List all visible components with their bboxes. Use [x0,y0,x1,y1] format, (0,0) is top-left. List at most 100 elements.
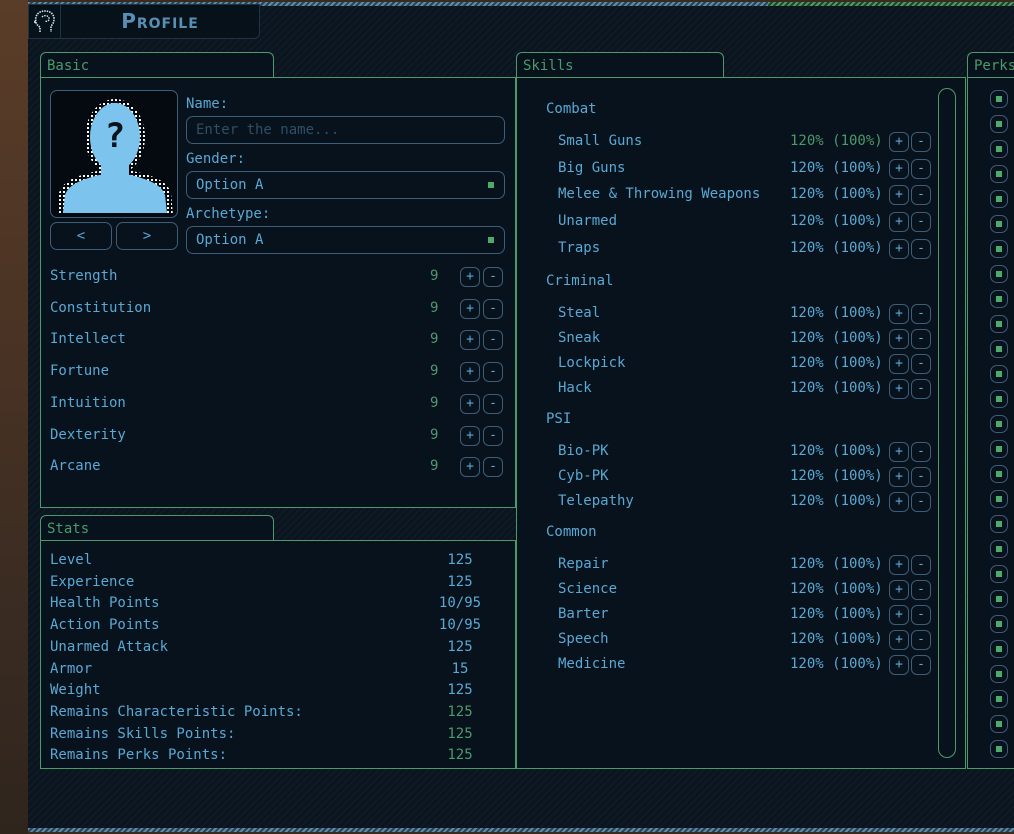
decrease-button[interactable]: - [911,353,931,374]
perk-checkbox[interactable] [990,290,1008,308]
increase-button[interactable]: + [460,298,480,319]
decrease-button[interactable]: - [911,328,931,349]
stat-row: Unarmed Attack 125 [50,639,490,659]
gender-label: Gender: [186,151,246,167]
skill-value: 120% (100%) [790,630,883,647]
perk-checkbox[interactable] [990,440,1008,458]
perk-checkbox[interactable] [990,265,1008,283]
perk-checkbox[interactable] [990,215,1008,233]
skill-value: 120% (100%) [790,239,883,256]
increase-button[interactable]: + [889,554,909,575]
skill-value: 120% (100%) [790,655,883,672]
decrease-button[interactable]: - [483,457,503,478]
decrease-button[interactable]: - [911,212,931,233]
perk-checkbox[interactable] [990,340,1008,358]
archetype-select[interactable]: Option A [186,226,505,254]
perk-checkbox[interactable] [990,640,1008,658]
perk-checkbox[interactable] [990,690,1008,708]
increase-button[interactable]: + [889,654,909,675]
decrease-button[interactable]: - [911,378,931,399]
prev-avatar-button[interactable]: < [50,222,112,250]
perk-checkbox[interactable] [990,365,1008,383]
decrease-button[interactable]: - [483,425,503,446]
increase-button[interactable]: + [889,466,909,487]
stat-value: 125 [447,638,473,655]
increase-button[interactable]: + [460,393,480,414]
perk-checkbox[interactable] [990,540,1008,558]
skill-category-header: Criminal [546,272,614,289]
skills-scrollbar[interactable] [938,88,956,758]
increase-button[interactable]: + [889,328,909,349]
archetype-label: Archetype: [186,206,271,222]
decrease-button[interactable]: - [911,238,931,259]
increase-button[interactable]: + [889,132,909,152]
increase-button[interactable]: + [889,353,909,374]
perk-checkbox[interactable] [990,590,1008,608]
increase-button[interactable]: + [889,158,909,179]
decrease-button[interactable]: - [483,298,503,319]
perk-checkbox[interactable] [990,665,1008,683]
perk-checkbox[interactable] [990,140,1008,158]
perk-checkbox[interactable] [990,515,1008,533]
decrease-button[interactable]: - [483,330,503,351]
decrease-button[interactable]: - [911,185,931,206]
increase-button[interactable]: + [460,267,480,287]
decrease-button[interactable]: - [911,554,931,575]
increase-button[interactable]: + [889,378,909,399]
attribute-name: Intuition [50,394,126,411]
increase-button[interactable]: + [889,441,909,462]
decrease-button[interactable]: - [911,579,931,600]
perk-checkbox[interactable] [990,165,1008,183]
increase-button[interactable]: + [460,362,480,383]
increase-button[interactable]: + [889,303,909,324]
perk-checkbox[interactable] [990,390,1008,408]
decrease-button[interactable]: - [911,491,931,512]
attribute-value: 9 [430,331,439,348]
perk-checkbox[interactable] [990,565,1008,583]
perk-checkbox[interactable] [990,740,1008,758]
stat-row: Weight 125 [50,682,490,702]
name-input[interactable] [186,116,505,144]
decrease-button[interactable]: - [483,393,503,414]
increase-button[interactable]: + [889,604,909,625]
decrease-button[interactable]: - [911,303,931,324]
increase-button[interactable]: + [460,330,480,351]
attribute-name: Arcane [50,458,101,475]
perk-checkbox[interactable] [990,615,1008,633]
decrease-button[interactable]: - [911,132,931,152]
next-avatar-button[interactable]: > [116,222,178,250]
perk-checkbox[interactable] [990,490,1008,508]
perk-checkbox[interactable] [990,415,1008,433]
increase-button[interactable]: + [889,491,909,512]
increase-button[interactable]: + [889,238,909,259]
increase-button[interactable]: + [889,579,909,600]
stat-row: Experience 125 [50,574,490,594]
perk-checkbox[interactable] [990,90,1008,108]
perk-checkbox[interactable] [990,115,1008,133]
skill-row: Steal 120% (100%) + - [558,303,933,325]
decrease-button[interactable]: - [911,604,931,625]
increase-button[interactable]: + [460,457,480,478]
perk-checkbox[interactable] [990,315,1008,333]
gender-select[interactable]: Option A [186,171,505,199]
stat-row: Remains Skills Points: 125 [50,726,490,746]
decrease-button[interactable]: - [911,629,931,650]
decrease-button[interactable]: - [911,158,931,179]
increase-button[interactable]: + [889,212,909,233]
perk-checkbox[interactable] [990,190,1008,208]
skill-name: Traps [558,239,601,256]
decrease-button[interactable]: - [483,267,503,287]
perk-checkbox[interactable] [990,240,1008,258]
increase-button[interactable]: + [460,425,480,446]
background-scene [0,0,28,834]
decrease-button[interactable]: - [483,362,503,383]
decrease-button[interactable]: - [911,654,931,675]
skill-row: Science 120% (100%) + - [558,579,933,601]
decrease-button[interactable]: - [911,441,931,462]
skill-row: Speech 120% (100%) + - [558,629,933,651]
perk-checkbox[interactable] [990,465,1008,483]
perk-checkbox[interactable] [990,715,1008,733]
decrease-button[interactable]: - [911,466,931,487]
increase-button[interactable]: + [889,185,909,206]
increase-button[interactable]: + [889,629,909,650]
